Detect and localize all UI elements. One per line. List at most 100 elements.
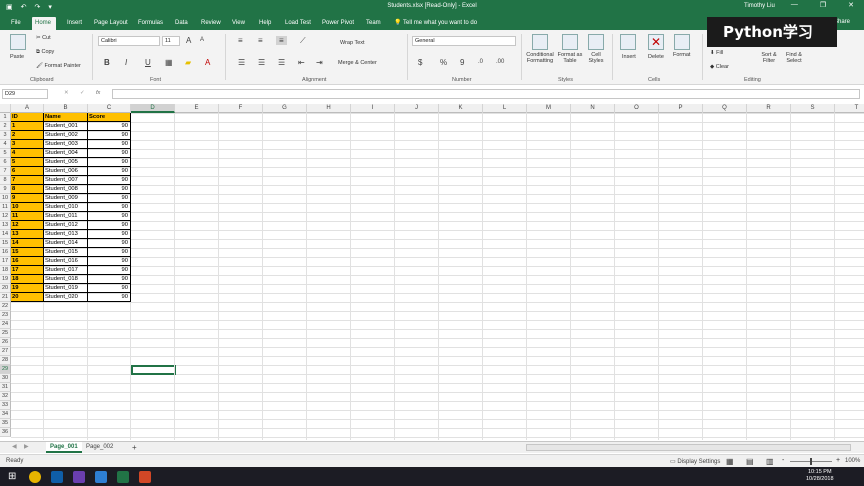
format-as-table-button[interactable]: Format as Table — [557, 52, 583, 64]
row-header[interactable]: 3 — [0, 131, 11, 140]
conditional-formatting-button[interactable]: Conditional Formatting — [524, 52, 556, 64]
column-header-h[interactable]: H — [307, 104, 351, 113]
format-as-table-icon[interactable] — [562, 34, 578, 50]
name-cell[interactable]: Student_015 — [44, 248, 88, 257]
fill-color-icon[interactable]: ▰ — [185, 58, 191, 67]
score-cell[interactable]: 90 — [88, 167, 131, 176]
font-name-select[interactable]: Calibri — [98, 36, 160, 46]
column-header-m[interactable]: M — [527, 104, 571, 113]
name-cell[interactable]: Student_018 — [44, 275, 88, 284]
column-header-j[interactable]: J — [395, 104, 439, 113]
align-top-icon[interactable]: ≡ — [238, 36, 243, 45]
column-header-k[interactable]: K — [439, 104, 483, 113]
bold-button[interactable]: B — [104, 58, 110, 67]
grow-font-icon[interactable]: A — [186, 36, 191, 45]
row-header[interactable]: 34 — [0, 410, 11, 419]
score-cell[interactable]: 90 — [88, 140, 131, 149]
row-header[interactable]: 33 — [0, 401, 11, 410]
row-header[interactable]: 8 — [0, 176, 11, 185]
name-cell[interactable]: Student_014 — [44, 239, 88, 248]
score-cell[interactable]: 90 — [88, 194, 131, 203]
zoom-out-button[interactable]: - — [782, 457, 784, 464]
header-cell-score[interactable]: Score — [88, 113, 131, 122]
name-cell[interactable]: Student_013 — [44, 230, 88, 239]
excel-icon[interactable] — [117, 471, 129, 483]
id-cell[interactable]: 4 — [11, 149, 44, 158]
column-header-b[interactable]: B — [44, 104, 88, 113]
tab-help[interactable]: Help — [256, 17, 274, 30]
name-cell[interactable]: Student_006 — [44, 167, 88, 176]
row-header[interactable]: 31 — [0, 383, 11, 392]
row-header[interactable]: 30 — [0, 374, 11, 383]
name-cell[interactable]: Student_011 — [44, 212, 88, 221]
row-header[interactable]: 6 — [0, 158, 11, 167]
name-cell[interactable]: Student_002 — [44, 131, 88, 140]
prev-sheet-icon[interactable]: ◀ — [8, 442, 21, 453]
row-header[interactable]: 14 — [0, 230, 11, 239]
format-painter-button[interactable]: 🖌 Format Painter — [36, 63, 81, 69]
row-header[interactable]: 7 — [0, 167, 11, 176]
zoom-slider[interactable] — [790, 458, 832, 465]
row-header[interactable]: 23 — [0, 311, 11, 320]
insert-cells-button[interactable]: Insert — [622, 54, 636, 60]
visual-studio-icon[interactable] — [73, 471, 85, 483]
tab-page-layout[interactable]: Page Layout — [91, 17, 131, 30]
find-select-button[interactable]: Find & Select — [782, 52, 806, 64]
id-cell[interactable]: 1 — [11, 122, 44, 131]
column-header-g[interactable]: G — [263, 104, 307, 113]
chrome-icon[interactable] — [29, 471, 41, 483]
windows-start-icon[interactable]: ⊞ — [8, 471, 20, 483]
increase-indent-icon[interactable]: ⇥ — [316, 58, 323, 67]
orientation-icon[interactable]: ⟋ — [300, 36, 306, 45]
row-header[interactable]: 25 — [0, 329, 11, 338]
decrease-indent-icon[interactable]: ⇤ — [298, 58, 305, 67]
display-settings-button[interactable]: ▭ Display Settings — [670, 458, 720, 465]
score-cell[interactable]: 90 — [88, 221, 131, 230]
increase-decimal-icon[interactable]: .0 — [478, 58, 483, 67]
score-cell[interactable]: 90 — [88, 176, 131, 185]
column-header-a[interactable]: A — [11, 104, 44, 113]
id-cell[interactable]: 8 — [11, 185, 44, 194]
id-cell[interactable]: 2 — [11, 131, 44, 140]
merge-center-button[interactable]: Merge & Center — [338, 60, 377, 66]
header-cell-id[interactable]: ID — [11, 113, 44, 122]
currency-button[interactable]: $ — [418, 58, 422, 67]
delete-cells-icon[interactable]: ✕ — [648, 34, 664, 50]
score-cell[interactable]: 90 — [88, 248, 131, 257]
id-cell[interactable]: 10 — [11, 203, 44, 212]
score-cell[interactable]: 90 — [88, 149, 131, 158]
horizontal-scrollbar[interactable] — [526, 444, 851, 451]
row-header[interactable]: 26 — [0, 338, 11, 347]
row-header[interactable]: 15 — [0, 239, 11, 248]
browser-icon[interactable] — [51, 471, 63, 483]
align-middle-icon[interactable]: ≡ — [258, 36, 263, 45]
column-header-c[interactable]: C — [88, 104, 131, 113]
name-cell[interactable]: Student_004 — [44, 149, 88, 158]
column-header-o[interactable]: O — [615, 104, 659, 113]
tab-team[interactable]: Team — [363, 17, 384, 30]
id-cell[interactable]: 18 — [11, 275, 44, 284]
score-cell[interactable]: 90 — [88, 257, 131, 266]
row-header[interactable]: 28 — [0, 356, 11, 365]
name-cell[interactable]: Student_009 — [44, 194, 88, 203]
row-header[interactable]: 4 — [0, 140, 11, 149]
wrap-text-button[interactable]: Wrap Text — [340, 40, 365, 46]
fill-button[interactable]: ⬇ Fill — [710, 50, 723, 56]
row-header[interactable]: 1 — [0, 113, 11, 122]
tab-review[interactable]: Review — [198, 17, 224, 30]
percent-button[interactable]: % — [440, 58, 447, 67]
name-cell[interactable]: Student_020 — [44, 293, 88, 302]
name-cell[interactable]: Student_017 — [44, 266, 88, 275]
zoom-slider-knob[interactable] — [810, 458, 812, 465]
row-header[interactable]: 9 — [0, 185, 11, 194]
score-cell[interactable]: 90 — [88, 203, 131, 212]
score-cell[interactable]: 90 — [88, 275, 131, 284]
font-color-icon[interactable]: A — [205, 58, 210, 67]
id-cell[interactable]: 5 — [11, 158, 44, 167]
name-cell[interactable]: Student_010 — [44, 203, 88, 212]
zoom-in-button[interactable]: + — [836, 457, 840, 464]
name-cell[interactable]: Student_001 — [44, 122, 88, 131]
tell-me-search[interactable]: 💡 Tell me what you want to do — [391, 17, 480, 30]
cell-styles-button[interactable]: Cell Styles — [586, 52, 606, 64]
score-cell[interactable]: 90 — [88, 212, 131, 221]
